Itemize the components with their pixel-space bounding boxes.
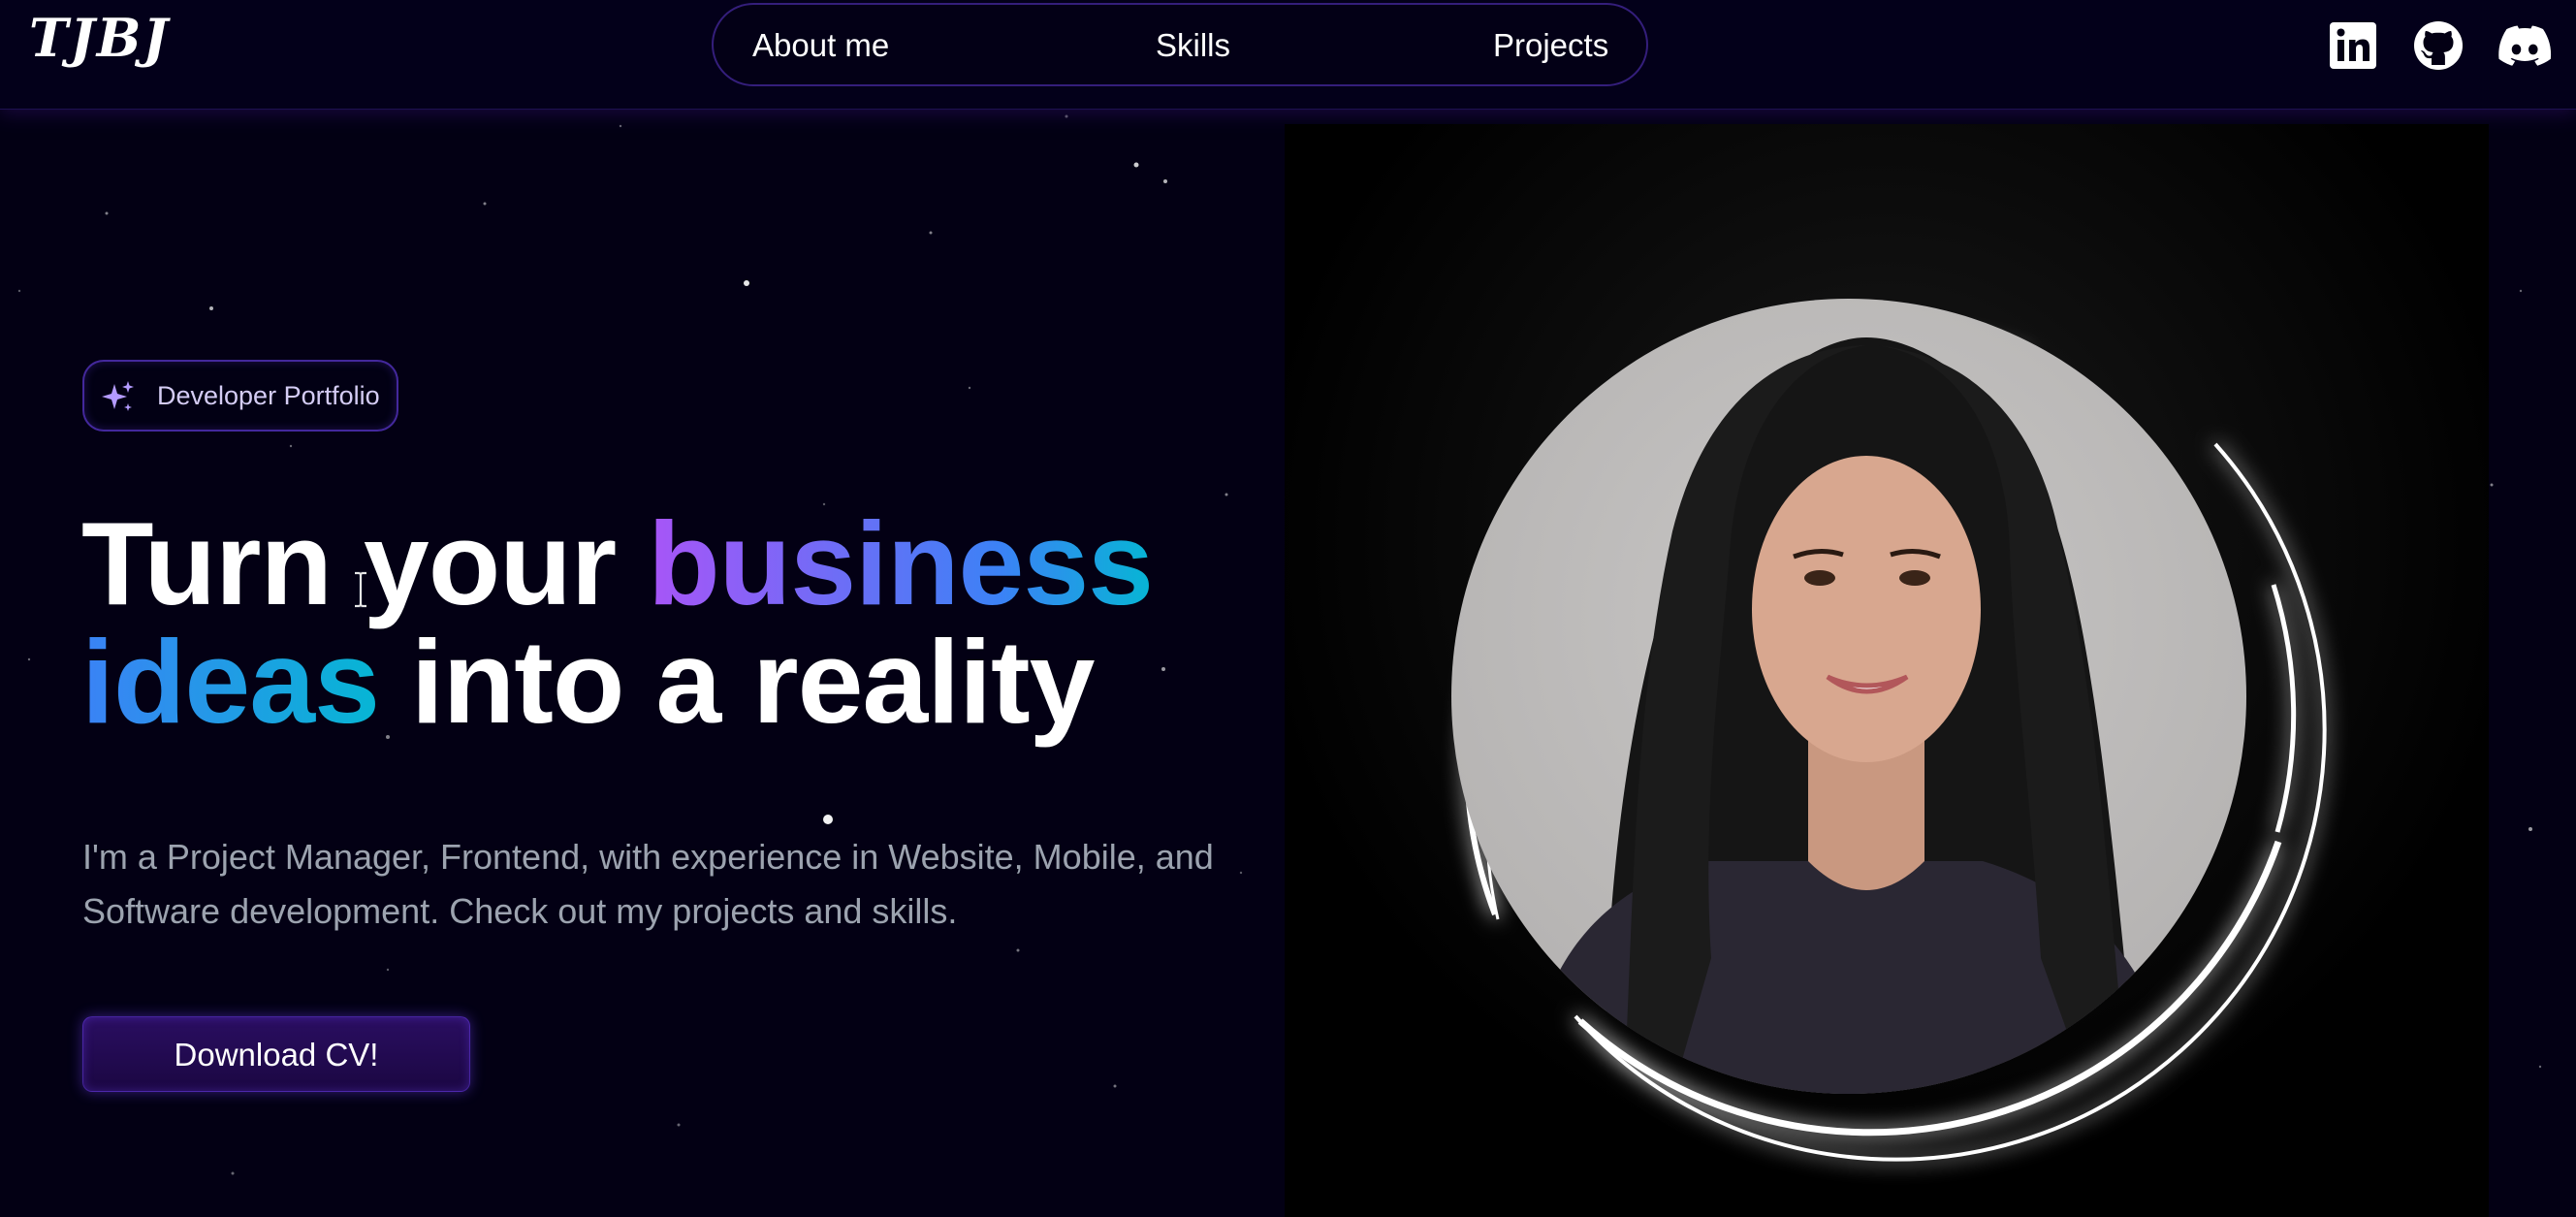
top-navbar: TJBJ About me Skills Projects bbox=[0, 0, 2576, 110]
headline-text-turn-your: Turn your bbox=[81, 497, 649, 629]
hero-headline: Turn your business ideas into a reality bbox=[81, 504, 1293, 741]
profile-photo-panel bbox=[1285, 124, 2489, 1217]
headline-highlight-business: business bbox=[648, 497, 1154, 629]
portfolio-page: TJBJ About me Skills Projects Developer … bbox=[0, 0, 2576, 1217]
badge-label: Developer Portfolio bbox=[157, 381, 380, 410]
profile-photo bbox=[1451, 299, 2327, 1162]
discord-icon[interactable] bbox=[2496, 19, 2554, 72]
hero-description: I'm a Project Manager, Frontend, with ex… bbox=[82, 837, 1214, 931]
site-logo[interactable]: TJBJ bbox=[29, 4, 170, 72]
download-cv-button[interactable]: Download CV! bbox=[82, 1016, 470, 1092]
developer-portfolio-badge: Developer Portfolio bbox=[82, 360, 398, 432]
headline-line-2: ideas into a reality bbox=[81, 623, 1293, 741]
text-cursor-icon bbox=[355, 571, 366, 608]
main-nav: About me Skills Projects bbox=[712, 3, 1648, 86]
linkedin-icon[interactable] bbox=[2327, 19, 2379, 72]
sparkles-icon bbox=[102, 381, 134, 411]
headline-text-into-a-reality: into a reality bbox=[378, 616, 1096, 748]
nav-skills[interactable]: Skills bbox=[1156, 5, 1230, 86]
headline-line-1: Turn your business bbox=[81, 504, 1293, 623]
nav-about-me[interactable]: About me bbox=[752, 5, 889, 86]
headline-highlight-ideas: ideas bbox=[81, 616, 380, 748]
nav-projects[interactable]: Projects bbox=[1493, 5, 1608, 86]
github-icon[interactable] bbox=[2412, 19, 2465, 72]
